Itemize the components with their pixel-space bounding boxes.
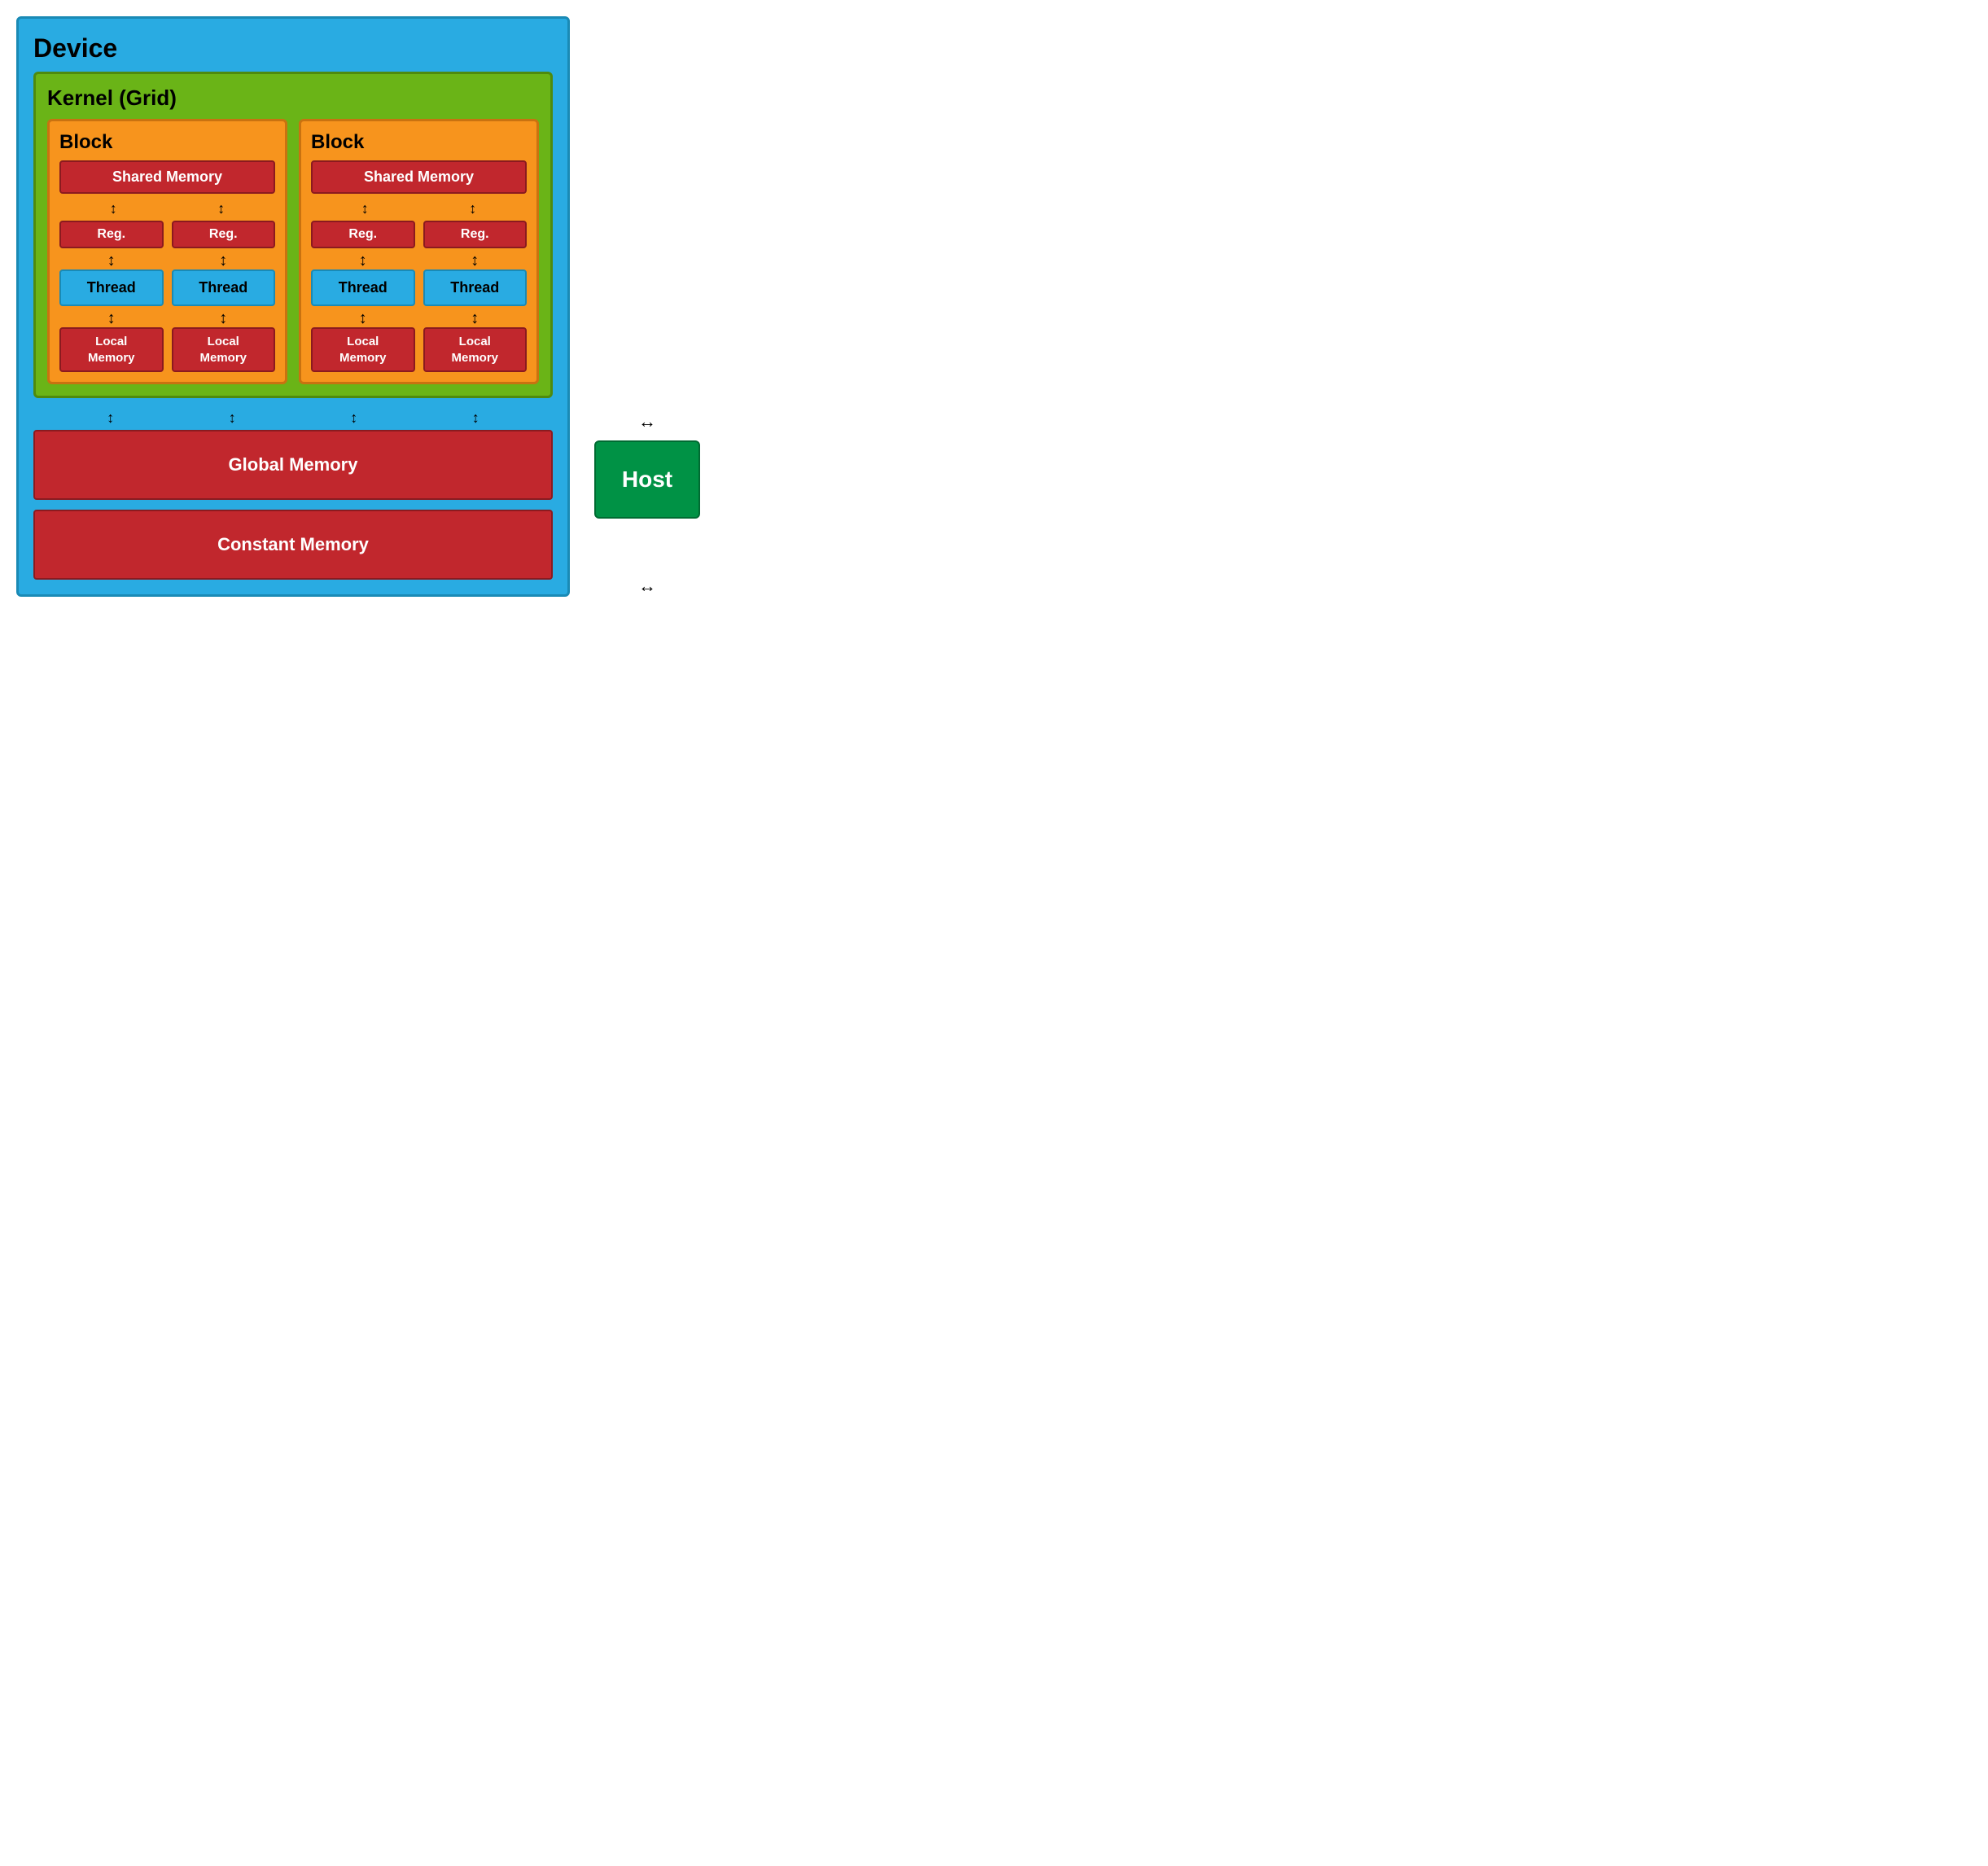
- constant-host-arrow: ↔: [638, 576, 656, 597]
- arrow-thread-local-1-1: ↕: [471, 310, 479, 326]
- host-box: Host: [594, 440, 700, 519]
- arrow-thread-local-1-0: ↕: [359, 310, 367, 326]
- block-0: Block Shared Memory ↕ ↕ Reg.: [47, 119, 287, 384]
- block-1-label: Block: [311, 131, 527, 154]
- local-memory-1-0: LocalMemory: [311, 327, 415, 372]
- device-box: Device Kernel (Grid) Block Shared Memory…: [16, 16, 570, 597]
- local-memory-0-0: LocalMemory: [59, 327, 164, 372]
- host-section: ↔ Host ↔: [594, 411, 700, 597]
- constant-memory-box: Constant Memory: [33, 510, 553, 580]
- page-container: Device Kernel (Grid) Block Shared Memory…: [16, 16, 700, 597]
- thread-0-0: Thread: [59, 269, 164, 306]
- kernel-box: Kernel (Grid) Block Shared Memory ↕ ↕: [33, 72, 553, 398]
- device-label: Device: [33, 33, 553, 64]
- local-memory-1-1: LocalMemory: [423, 327, 528, 372]
- threads-container-0: Reg. ↕ Thread ↕ LocalMemory Reg. ↕ Threa…: [59, 221, 275, 372]
- arrow-thread-local-0-1: ↕: [219, 310, 227, 326]
- thread-0-1: Thread: [172, 269, 276, 306]
- reg-1-1: Reg.: [423, 221, 528, 248]
- block-0-label: Block: [59, 131, 275, 154]
- arrow-sm-reg-1-0: ↕: [361, 200, 369, 217]
- arrow-sm-reg-0-1: ↕: [217, 200, 225, 217]
- reg-1-0: Reg.: [311, 221, 415, 248]
- block-1: Block Shared Memory ↕ ↕ Reg. ↕: [299, 119, 539, 384]
- thread-1-1: Thread: [423, 269, 528, 306]
- arrow-reg-thread-1-0: ↕: [359, 252, 367, 269]
- arrow-reg-thread-1-1: ↕: [471, 252, 479, 269]
- thread-col-0-0: Reg. ↕ Thread ↕ LocalMemory: [59, 221, 164, 372]
- global-memory-box: Global Memory: [33, 430, 553, 500]
- thread-col-1-0: Reg. ↕ Thread ↕ LocalMemory: [311, 221, 415, 372]
- arrow-block1-thread1-global: ↕: [472, 410, 479, 427]
- arrow-reg-thread-0-0: ↕: [107, 252, 116, 269]
- arrow-sm-reg-1-1: ↕: [469, 200, 476, 217]
- global-host-arrow: ↔: [638, 411, 656, 432]
- arrow-block0-thread0-global: ↕: [107, 410, 114, 427]
- arrow-constant-host: ↔: [638, 576, 656, 597]
- arrow-block1-thread0-global: ↕: [350, 410, 357, 427]
- local-memory-0-1: LocalMemory: [172, 327, 276, 372]
- shared-memory-0: Shared Memory: [59, 160, 275, 194]
- blocks-row: Block Shared Memory ↕ ↕ Reg.: [47, 119, 539, 384]
- arrow-thread-local-0-0: ↕: [107, 310, 116, 326]
- threads-container-1: Reg. ↕ Thread ↕ LocalMemory Reg. ↕ Threa…: [311, 221, 527, 372]
- thread-col-1-1: Reg. ↕ Thread ↕ LocalMemory: [423, 221, 528, 372]
- reg-0-1: Reg.: [172, 221, 276, 248]
- shared-memory-1: Shared Memory: [311, 160, 527, 194]
- arrow-sm-reg-0-0: ↕: [110, 200, 117, 217]
- reg-0-0: Reg.: [59, 221, 164, 248]
- arrow-block0-thread1-global: ↕: [229, 410, 236, 427]
- thread-col-0-1: Reg. ↕ Thread ↕ LocalMemory: [172, 221, 276, 372]
- arrow-reg-thread-0-1: ↕: [219, 252, 227, 269]
- arrow-global-host: ↔: [638, 411, 656, 432]
- thread-1-0: Thread: [311, 269, 415, 306]
- kernel-label: Kernel (Grid): [47, 85, 539, 111]
